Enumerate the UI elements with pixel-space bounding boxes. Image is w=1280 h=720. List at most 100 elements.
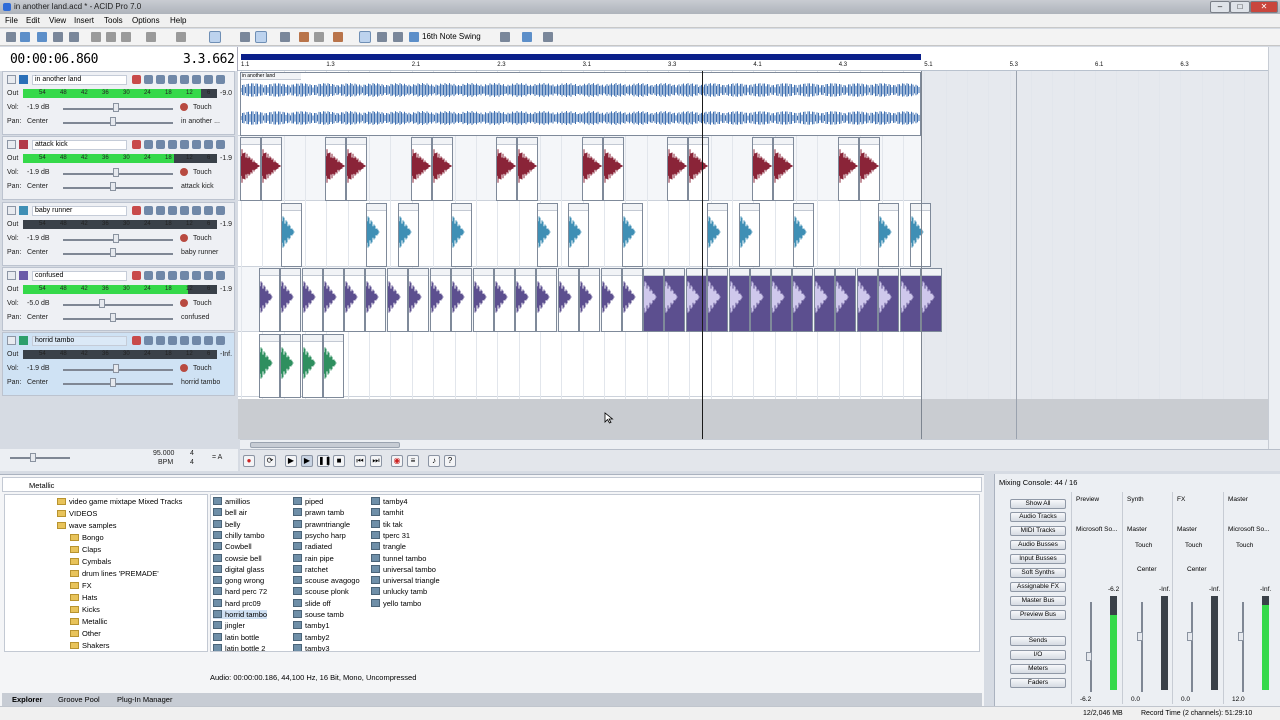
audio-event[interactable] <box>280 334 301 398</box>
paste-icon[interactable] <box>121 32 131 42</box>
paint-tool-icon[interactable] <box>333 32 343 42</box>
menu-icon[interactable] <box>216 271 225 280</box>
file-item[interactable]: cowsie bell <box>213 553 262 563</box>
audio-event[interactable] <box>578 268 600 332</box>
go-to-start-button[interactable]: ⏮ <box>354 455 366 467</box>
audio-event[interactable] <box>688 137 709 201</box>
mixer-view-button[interactable]: Assignable FX <box>1010 582 1066 592</box>
file-item[interactable]: digital glass <box>213 564 264 574</box>
file-item[interactable]: psycho harp <box>293 530 346 540</box>
play-from-start-button[interactable]: ▶ <box>285 455 297 467</box>
audio-event[interactable] <box>581 137 603 201</box>
file-item[interactable]: prawn tamb <box>293 508 344 517</box>
draw-tool-icon[interactable] <box>299 32 309 42</box>
audio-event[interactable] <box>323 334 344 398</box>
mixer-view-button[interactable]: Soft Synths <box>1010 568 1066 578</box>
strip-mode[interactable]: Touch <box>1135 542 1152 549</box>
loop-end-marker[interactable] <box>921 71 922 439</box>
autoscroll-icon[interactable] <box>255 31 267 43</box>
audio-event[interactable] <box>557 268 579 332</box>
track-header[interactable]: horrid tambo Out 54 48 42 36 30 24 18 12 6 -Inf. Vol… <box>2 332 235 396</box>
track-minimize-button[interactable] <box>7 140 16 149</box>
envelope-icon[interactable] <box>168 75 177 84</box>
output-destination[interactable]: horrid tambo <box>181 379 220 386</box>
file-list[interactable]: amillios bell air belly chilly tambo Cowbell… <box>210 494 980 652</box>
audio-event[interactable] <box>771 268 793 332</box>
menu-options[interactable]: Options <box>132 16 160 25</box>
menu-view[interactable]: View <box>49 16 66 25</box>
solo-icon[interactable] <box>204 140 213 149</box>
master-zoom-knob[interactable] <box>30 453 36 462</box>
audio-event[interactable] <box>346 137 368 201</box>
file-item[interactable]: scouse avagogo <box>293 576 360 585</box>
solo-icon[interactable] <box>204 271 213 280</box>
volume-knob[interactable] <box>113 103 119 112</box>
menu-icon[interactable] <box>216 75 225 84</box>
folder-tree-item[interactable]: Shakers <box>70 641 110 650</box>
file-item[interactable]: rain pipe <box>293 553 334 563</box>
track-header[interactable]: confused Out 54 48 42 36 30 24 18 12 6 -1.9 Vol: -5.0… <box>2 267 235 331</box>
automation-icon[interactable] <box>156 271 165 280</box>
strip-device[interactable]: Microsoft So... <box>1228 526 1270 533</box>
arm-button[interactable]: ◉ <box>391 455 403 467</box>
audio-event[interactable] <box>686 268 707 332</box>
menu-file[interactable]: File <box>5 16 18 25</box>
strip-name[interactable]: FX <box>1177 496 1185 503</box>
mute-icon[interactable] <box>192 206 201 215</box>
menu-icon[interactable] <box>216 140 225 149</box>
strip-device[interactable]: Master <box>1127 526 1147 533</box>
output-destination[interactable]: baby runner <box>181 249 218 256</box>
track-name[interactable]: horrid tambo <box>32 336 127 346</box>
gear-icon[interactable] <box>180 103 188 111</box>
file-item[interactable]: tik tak <box>371 519 403 529</box>
record-arm-icon[interactable] <box>132 140 141 149</box>
file-item[interactable]: tamby4 <box>371 497 408 506</box>
strip-fader-track[interactable] <box>1141 602 1143 692</box>
pan-knob[interactable] <box>110 378 116 387</box>
audio-event[interactable] <box>301 268 323 332</box>
automation-icon[interactable] <box>156 75 165 84</box>
audio-event[interactable] <box>707 268 728 332</box>
audio-event[interactable] <box>602 137 624 201</box>
strip-device[interactable]: Microsoft So... <box>1076 526 1118 533</box>
menu-icon[interactable] <box>216 206 225 215</box>
audio-event[interactable] <box>878 203 899 267</box>
track-name[interactable]: confused <box>32 271 127 281</box>
audio-event[interactable] <box>259 334 280 398</box>
mute-icon[interactable] <box>192 75 201 84</box>
tab-groove-pool[interactable]: Groove Pool <box>58 695 100 704</box>
pan-knob[interactable] <box>110 182 116 191</box>
properties-icon[interactable] <box>69 32 79 42</box>
tab-explorer[interactable]: Explorer <box>12 695 42 704</box>
file-item[interactable]: gong wrong <box>213 576 264 585</box>
track-minimize-button[interactable] <box>7 336 16 345</box>
file-item[interactable]: latin bottle 2 <box>213 643 265 651</box>
volume-knob[interactable] <box>113 234 119 243</box>
folder-tree-item[interactable]: Hats <box>70 593 97 602</box>
file-item[interactable]: bell air <box>213 508 247 517</box>
envelope-icon[interactable] <box>168 206 177 215</box>
envelope-icon[interactable] <box>168 336 177 345</box>
fx-icon[interactable] <box>144 271 153 280</box>
audio-event[interactable] <box>536 268 558 332</box>
audio-event[interactable] <box>568 203 589 267</box>
pan-slider[interactable] <box>63 383 173 385</box>
explorer-path-bar[interactable]: Metallic <box>2 477 982 492</box>
audio-event[interactable] <box>858 137 880 201</box>
volume-slider[interactable] <box>63 304 173 306</box>
audio-event[interactable] <box>643 268 665 332</box>
audio-event[interactable] <box>493 268 515 332</box>
route-icon[interactable] <box>180 140 189 149</box>
strip-fader-track[interactable] <box>1191 602 1193 692</box>
audio-event[interactable] <box>344 268 366 332</box>
audio-event[interactable] <box>410 137 432 201</box>
menu-edit[interactable]: Edit <box>26 16 40 25</box>
time-signature-bottom[interactable]: 4 <box>190 459 194 466</box>
mixer-toggle-button[interactable]: ≡ <box>407 455 419 467</box>
go-to-end-button[interactable]: ⏭ <box>370 455 382 467</box>
mixer-view-button[interactable]: Audio Tracks <box>1010 512 1066 522</box>
automation-mode[interactable]: Touch <box>193 104 212 111</box>
horizontal-scroll-thumb[interactable] <box>250 442 400 448</box>
file-item[interactable]: Cowbell <box>213 542 252 551</box>
volume-knob[interactable] <box>99 299 105 308</box>
